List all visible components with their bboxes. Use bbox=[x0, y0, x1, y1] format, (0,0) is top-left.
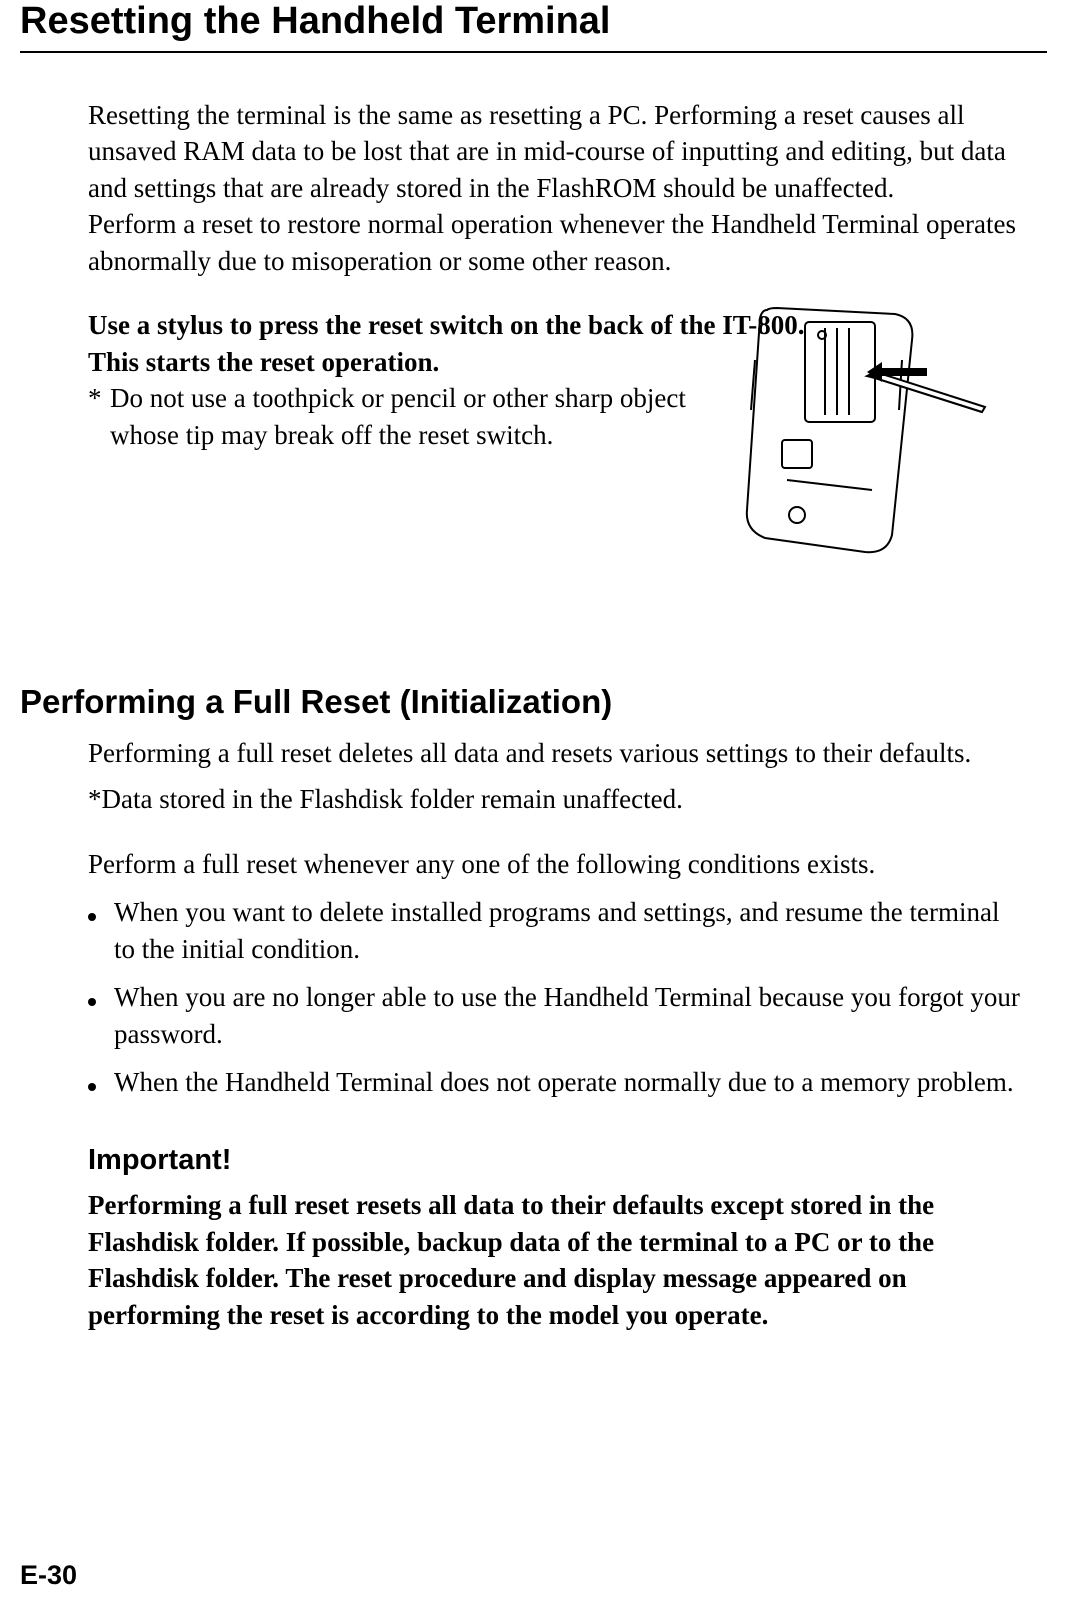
full-reset-paragraph-1: Performing a full reset deletes all data… bbox=[88, 735, 1027, 771]
full-reset-conditions-intro: Perform a full reset whenever any one of… bbox=[88, 846, 1027, 882]
intro-paragraph-2: Perform a reset to restore normal operat… bbox=[88, 206, 1027, 279]
section-full-reset: Performing a full reset deletes all data… bbox=[20, 735, 1047, 1333]
important-heading: Important! bbox=[88, 1144, 1027, 1177]
bullet-icon bbox=[88, 1083, 96, 1091]
list-item: When you are no longer able to use the H… bbox=[88, 979, 1027, 1052]
bullet-text-3: When the Handheld Terminal does not oper… bbox=[114, 1064, 1027, 1100]
asterisk-marker: * bbox=[88, 380, 110, 453]
intro-paragraph-1: Resetting the terminal is the same as re… bbox=[88, 97, 1027, 206]
bullet-icon bbox=[88, 913, 96, 921]
list-item: When you want to delete installed progra… bbox=[88, 894, 1027, 967]
device-reset-illustration bbox=[727, 300, 987, 560]
page-number: E-30 bbox=[20, 1560, 77, 1591]
full-reset-paragraph-2: *Data stored in the Flashdisk folder rem… bbox=[88, 781, 1027, 817]
important-text: Performing a full reset resets all data … bbox=[88, 1187, 1027, 1333]
page-title: Resetting the Handheld Terminal bbox=[20, 0, 1047, 53]
list-item: When the Handheld Terminal does not oper… bbox=[88, 1064, 1027, 1100]
section-full-reset-title: Performing a Full Reset (Initialization) bbox=[20, 683, 1047, 721]
bullet-text-2: When you are no longer able to use the H… bbox=[114, 979, 1027, 1052]
bullet-icon bbox=[88, 998, 96, 1006]
bullet-text-1: When you want to delete installed progra… bbox=[114, 894, 1027, 967]
